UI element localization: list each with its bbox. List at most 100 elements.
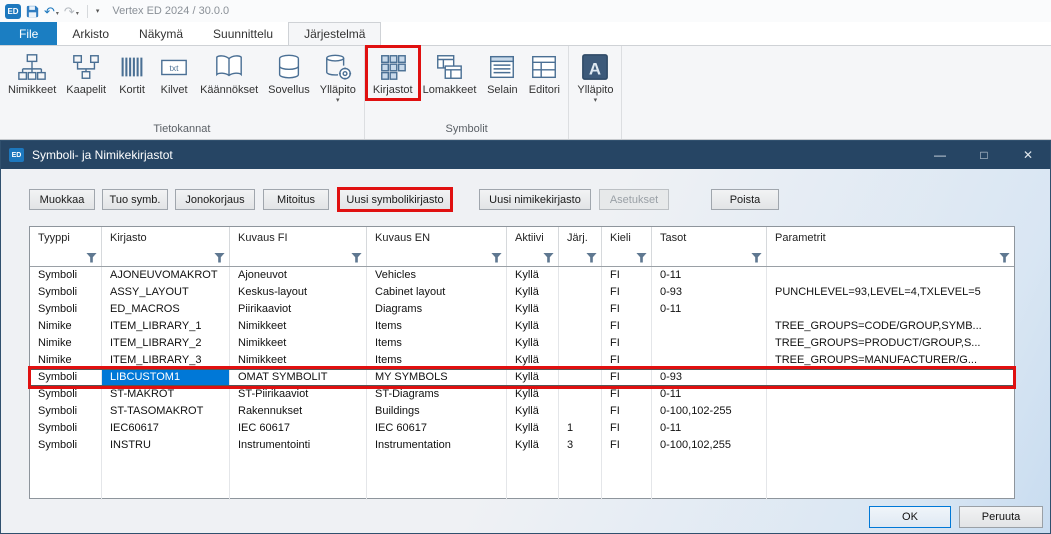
quick-access-customize-icon[interactable]: ▾ bbox=[96, 7, 100, 15]
table-cell[interactable]: Diagrams bbox=[367, 301, 507, 318]
column-filter[interactable] bbox=[602, 249, 652, 266]
column-filter[interactable] bbox=[102, 249, 230, 266]
table-cell[interactable]: Kyllä bbox=[507, 386, 559, 403]
table-cell[interactable] bbox=[559, 403, 602, 420]
table-cell[interactable] bbox=[559, 386, 602, 403]
column-header[interactable]: Aktiivi bbox=[507, 227, 559, 249]
column-filter[interactable] bbox=[30, 249, 102, 266]
table-cell[interactable]: 0-11 bbox=[652, 420, 767, 437]
table-cell[interactable] bbox=[652, 335, 767, 352]
table-cell[interactable] bbox=[559, 284, 602, 301]
filter-funnel-icon[interactable] bbox=[999, 253, 1010, 263]
table-cell[interactable] bbox=[767, 267, 1014, 284]
table-cell[interactable]: 0-11 bbox=[652, 386, 767, 403]
column-filter[interactable] bbox=[230, 249, 367, 266]
table-cell[interactable] bbox=[559, 318, 602, 335]
table-cell[interactable]: Rakennukset bbox=[230, 403, 367, 420]
table-cell[interactable] bbox=[652, 352, 767, 369]
dialog-titlebar[interactable]: ED Symboli- ja Nimikekirjastot — □ ✕ bbox=[1, 141, 1050, 169]
table-cell[interactable]: Symboli bbox=[30, 301, 102, 318]
ribbon-button-selain[interactable]: Selain bbox=[481, 48, 523, 98]
table-cell[interactable] bbox=[559, 352, 602, 369]
table-cell[interactable]: FI bbox=[602, 301, 652, 318]
table-cell[interactable] bbox=[767, 420, 1014, 437]
column-filter[interactable] bbox=[367, 249, 507, 266]
table-cell[interactable] bbox=[767, 437, 1014, 454]
table-cell[interactable] bbox=[559, 267, 602, 284]
table-cell[interactable]: Items bbox=[367, 318, 507, 335]
filter-funnel-icon[interactable] bbox=[586, 253, 597, 263]
table-cell[interactable]: FI bbox=[602, 267, 652, 284]
table-cell[interactable]: PUNCHLEVEL=93,LEVEL=4,TXLEVEL=5 bbox=[767, 284, 1014, 301]
redo-icon[interactable]: ↷▾ bbox=[64, 5, 79, 18]
table-cell[interactable]: Symboli bbox=[30, 403, 102, 420]
table-cell[interactable]: Kyllä bbox=[507, 403, 559, 420]
table-cell[interactable]: Symboli bbox=[30, 437, 102, 454]
table-cell[interactable]: INSTRU bbox=[102, 437, 230, 454]
table-cell[interactable]: Kyllä bbox=[507, 369, 559, 386]
table-cell[interactable]: FI bbox=[602, 352, 652, 369]
column-filter[interactable] bbox=[507, 249, 559, 266]
table-cell[interactable]: Kyllä bbox=[507, 318, 559, 335]
table-cell[interactable]: FI bbox=[602, 403, 652, 420]
table-row[interactable]: SymboliLIBCUSTOM1OMAT SYMBOLITMY SYMBOLS… bbox=[30, 369, 1014, 386]
column-filter[interactable] bbox=[767, 249, 1014, 266]
column-header[interactable]: Tyyppi bbox=[30, 227, 102, 249]
table-cell[interactable]: FI bbox=[602, 420, 652, 437]
table-cell[interactable]: ITEM_LIBRARY_2 bbox=[102, 335, 230, 352]
table-cell[interactable]: IEC 60617 bbox=[367, 420, 507, 437]
ribbon-button-yllapito-tietokannat[interactable]: Ylläpito ▾ bbox=[315, 48, 361, 105]
save-icon[interactable] bbox=[26, 5, 39, 18]
table-cell[interactable] bbox=[767, 403, 1014, 420]
table-row[interactable]: NimikeITEM_LIBRARY_2NimikkeetItemsKylläF… bbox=[30, 335, 1014, 352]
table-cell[interactable]: MY SYMBOLS bbox=[367, 369, 507, 386]
filter-funnel-icon[interactable] bbox=[751, 253, 762, 263]
ribbon-button-kaannokset[interactable]: Käännökset bbox=[195, 48, 263, 98]
table-row[interactable]: NimikeITEM_LIBRARY_3NimikkeetItemsKylläF… bbox=[30, 352, 1014, 369]
ribbon-button-kaapelit[interactable]: Kaapelit bbox=[61, 48, 111, 98]
ribbon-button-kilvet[interactable]: txt Kilvet bbox=[153, 48, 195, 98]
table-row[interactable]: NimikeITEM_LIBRARY_1NimikkeetItemsKylläF… bbox=[30, 318, 1014, 335]
close-icon[interactable]: ✕ bbox=[1006, 141, 1050, 169]
filter-funnel-icon[interactable] bbox=[636, 253, 647, 263]
tab-nakyma[interactable]: Näkymä bbox=[124, 22, 198, 45]
table-cell[interactable]: Keskus-layout bbox=[230, 284, 367, 301]
mitoitus-button[interactable]: Mitoitus bbox=[263, 189, 329, 210]
table-cell[interactable]: Nimikkeet bbox=[230, 335, 367, 352]
uusi-symbolikirjasto-button[interactable]: Uusi symbolikirjasto bbox=[339, 189, 451, 210]
table-row[interactable]: SymboliST-TASOMAKROTRakennuksetBuildings… bbox=[30, 403, 1014, 420]
table-cell[interactable]: 0-100,102,255 bbox=[652, 437, 767, 454]
table-cell[interactable] bbox=[767, 301, 1014, 318]
table-cell[interactable]: AJONEUVOMAKROT bbox=[102, 267, 230, 284]
table-row[interactable]: SymboliINSTRUInstrumentointiInstrumentat… bbox=[30, 437, 1014, 454]
column-header[interactable]: Tasot bbox=[652, 227, 767, 249]
table-cell[interactable]: Items bbox=[367, 335, 507, 352]
muokkaa-button[interactable]: Muokkaa bbox=[29, 189, 95, 210]
column-header[interactable]: Kuvaus FI bbox=[230, 227, 367, 249]
table-cell[interactable]: 0-93 bbox=[652, 369, 767, 386]
table-cell[interactable]: Ajoneuvot bbox=[230, 267, 367, 284]
table-cell[interactable]: IEC60617 bbox=[102, 420, 230, 437]
table-cell[interactable]: IEC 60617 bbox=[230, 420, 367, 437]
table-cell[interactable]: Kyllä bbox=[507, 284, 559, 301]
table-cell[interactable]: Kyllä bbox=[507, 335, 559, 352]
table-cell[interactable]: Symboli bbox=[30, 267, 102, 284]
uusi-nimikekirjasto-button[interactable]: Uusi nimikekirjasto bbox=[479, 189, 591, 210]
table-cell[interactable]: FI bbox=[602, 437, 652, 454]
table-cell[interactable]: Symboli bbox=[30, 386, 102, 403]
table-row[interactable]: SymboliIEC60617IEC 60617IEC 60617Kyllä1F… bbox=[30, 420, 1014, 437]
table-cell[interactable]: ST-MAKROT bbox=[102, 386, 230, 403]
table-cell[interactable]: ASSY_LAYOUT bbox=[102, 284, 230, 301]
table-cell[interactable]: ITEM_LIBRARY_1 bbox=[102, 318, 230, 335]
table-cell[interactable]: ST-TASOMAKROT bbox=[102, 403, 230, 420]
table-cell[interactable]: Nimikkeet bbox=[230, 318, 367, 335]
table-cell[interactable]: TREE_GROUPS=CODE/GROUP,SYMB... bbox=[767, 318, 1014, 335]
table-cell[interactable] bbox=[767, 386, 1014, 403]
table-cell[interactable]: Items bbox=[367, 352, 507, 369]
tab-arkisto[interactable]: Arkisto bbox=[57, 22, 124, 45]
maximize-icon[interactable]: □ bbox=[962, 141, 1006, 169]
column-filter[interactable] bbox=[559, 249, 602, 266]
table-row[interactable]: SymboliAJONEUVOMAKROTAjoneuvotVehiclesKy… bbox=[30, 267, 1014, 284]
ribbon-button-lomakkeet[interactable]: Lomakkeet bbox=[418, 48, 482, 98]
table-row[interactable]: SymboliASSY_LAYOUTKeskus-layoutCabinet l… bbox=[30, 284, 1014, 301]
